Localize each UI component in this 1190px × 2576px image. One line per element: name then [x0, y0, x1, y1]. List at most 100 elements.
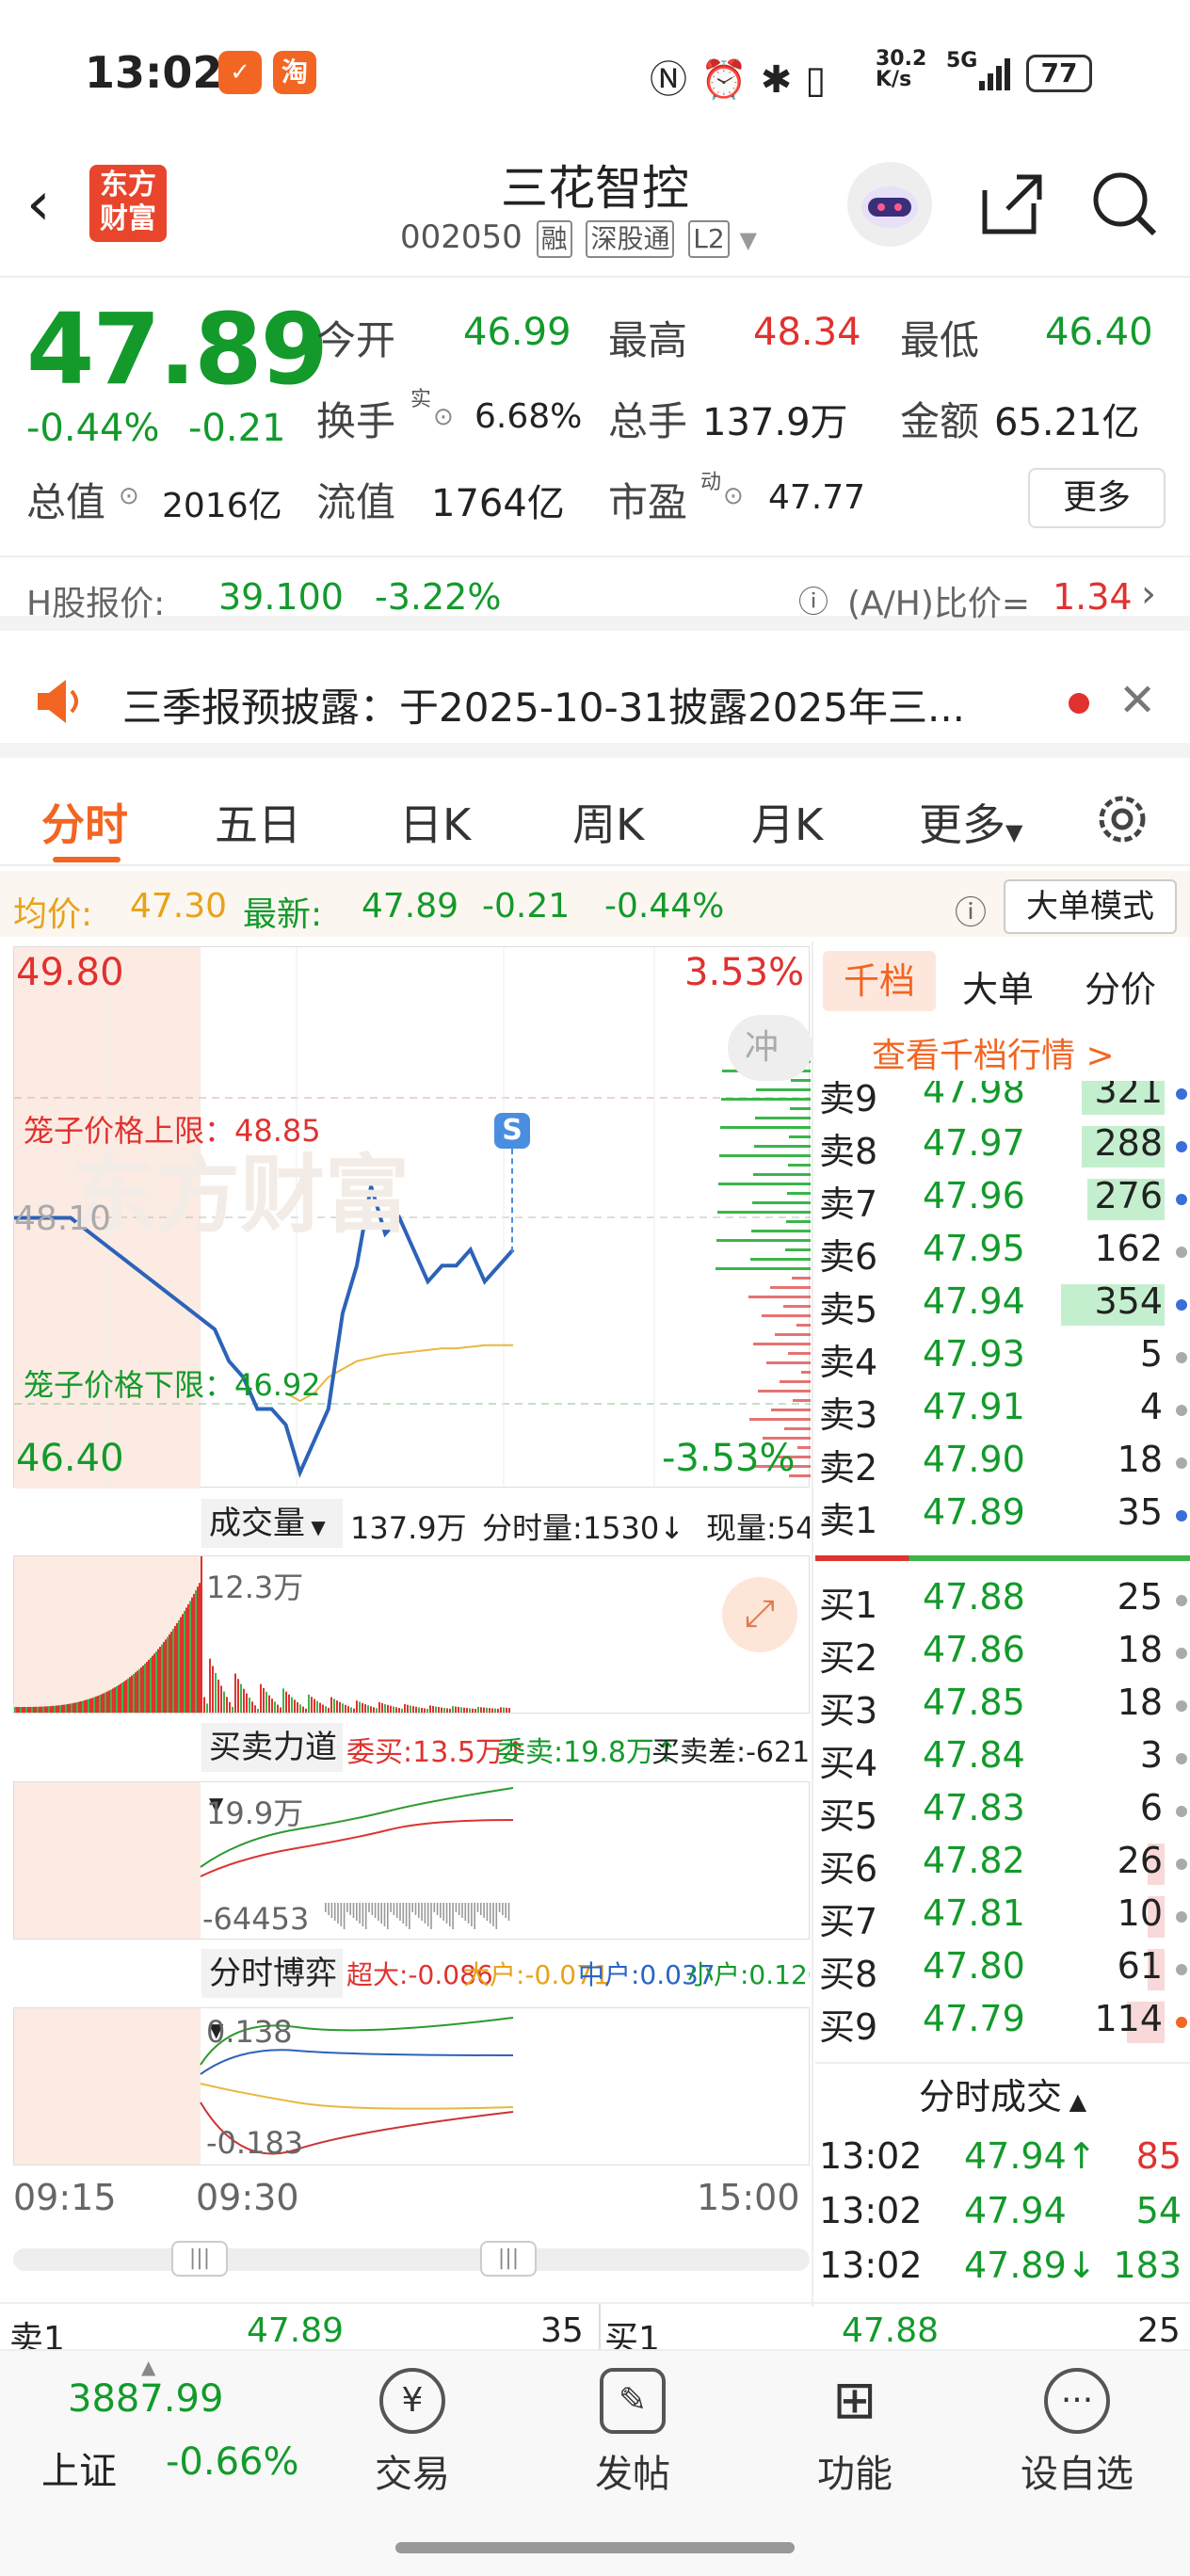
tab-monthly[interactable]: 月K [751, 791, 823, 853]
s1-vol: 35 [540, 2311, 584, 2350]
bid-row[interactable]: 买8 47.80 61 [815, 1943, 1190, 1996]
ask-row[interactable]: 卖7 47.96 276 [815, 1173, 1190, 1226]
big-order-mode-button[interactable]: 大单模式 [1004, 879, 1177, 934]
nav-functions[interactable]: ⊞ 功能 [780, 2368, 930, 2498]
level-price: 47.95 [923, 1228, 1025, 1269]
ask-row[interactable]: 卖6 47.95 162 [815, 1226, 1190, 1279]
close-icon[interactable]: ✕ [1118, 674, 1156, 727]
settings-gear-icon[interactable] [1092, 789, 1152, 853]
volume-bar [299, 1704, 301, 1713]
force-bar [424, 1903, 426, 1924]
volume-bar [232, 1706, 233, 1713]
volume-bar [146, 1661, 148, 1713]
range-handle-right[interactable]: ||| [480, 2241, 537, 2277]
game-chart[interactable]: 0.138 -0.183 [13, 2007, 810, 2165]
force-chart[interactable]: 19.9万 -64453 [13, 1781, 810, 1940]
level-label: 卖5 [819, 1289, 878, 1330]
status-dot [1176, 1648, 1187, 1659]
volume-bar [20, 1706, 22, 1713]
ask-row[interactable]: 卖5 47.94 354 [815, 1279, 1190, 1331]
bid-row[interactable]: 买9 47.79 114 [815, 1996, 1190, 2049]
force-bar [480, 1903, 482, 1915]
level-label: 卖3 [819, 1394, 878, 1436]
help-icon[interactable]: ⓘ [798, 578, 828, 621]
tab-big-order[interactable]: 大单 [962, 960, 1034, 1012]
search-icon[interactable] [1088, 168, 1160, 243]
bid-row[interactable]: 买4 47.84 3 [815, 1732, 1190, 1785]
volume-selector[interactable]: 成交量 ▼ [201, 1499, 343, 1548]
force-bar [378, 1903, 379, 1921]
mktcap-value: 2016亿 [162, 487, 282, 525]
tab-weekly[interactable]: 周K [572, 791, 644, 853]
volume-bar [506, 1707, 507, 1713]
volume-bar [144, 1664, 146, 1713]
volume-bar [477, 1706, 479, 1713]
ask-row[interactable]: 卖1 47.89 35 [815, 1489, 1190, 1542]
force-bar [346, 1903, 348, 1912]
tab-intraday[interactable]: 分时 [41, 791, 128, 853]
robot-avatar-icon[interactable] [847, 162, 932, 247]
rush-button[interactable]: 冲 [728, 1015, 812, 1081]
volume-bar [27, 1706, 29, 1713]
ask-row[interactable]: 卖8 47.97 288 [815, 1120, 1190, 1173]
info-icon[interactable]: ⊙ [433, 403, 454, 431]
bid-row[interactable]: 买3 47.85 18 [815, 1680, 1190, 1732]
volume-bar [378, 1701, 380, 1713]
trades-title[interactable]: 分时成交 ▲ [815, 2062, 1190, 2128]
nav-post[interactable]: ✎ 发帖 [557, 2368, 708, 2498]
expand-icon[interactable]: ⤢ [722, 1577, 797, 1652]
bid-row[interactable]: 买1 47.88 25 [815, 1574, 1190, 1627]
trade-time: 13:02 [819, 2135, 923, 2177]
index-value[interactable]: 3887.99 [68, 2377, 223, 2421]
volume-bar [463, 1707, 465, 1713]
volume-bar [302, 1706, 304, 1713]
tab-daily[interactable]: 日K [399, 791, 471, 853]
view-depth-link[interactable]: 查看千档行情 > [872, 1028, 1115, 1077]
volume-chart[interactable]: 12.3万 ⤢ [13, 1555, 810, 1714]
tab-1000-level[interactable]: 千档 [823, 951, 936, 1011]
volume-bar [18, 1706, 20, 1713]
taobao-notification-icon: 淘 [273, 51, 316, 94]
force-bar [380, 1903, 382, 1924]
info-icon[interactable]: ⊙ [119, 482, 139, 510]
price-chart[interactable]: 东方财富 49.80 3.53% 48.10 笼子价格上限：48.85 笼子价格… [13, 946, 812, 1489]
ask-row[interactable]: 卖9 47.98 321 [815, 1081, 1190, 1120]
nav-watchlist[interactable]: ··· 设自选 [1002, 2368, 1152, 2498]
pct-min-label: -3.53% [662, 1437, 796, 1480]
depth-bar [775, 1333, 811, 1336]
pe-value: 47.77 [768, 478, 866, 517]
bid-row[interactable]: 买2 47.86 18 [815, 1627, 1190, 1680]
ask-row[interactable]: 卖4 47.93 5 [815, 1331, 1190, 1384]
help-icon[interactable]: ⓘ [955, 887, 987, 933]
trade-row: 13:02 47.94 54 [815, 2188, 1190, 2241]
force-selector[interactable]: 买卖力道 ▼ [201, 1723, 343, 1815]
ask-row[interactable]: 卖3 47.91 4 [815, 1384, 1190, 1437]
game-selector[interactable]: 分时博弈 ▼ [201, 1949, 343, 2041]
force-bar [426, 1903, 429, 1926]
tab-more[interactable]: 更多▼ [919, 791, 1022, 853]
tab-5day[interactable]: 五日 [215, 791, 301, 853]
tab-price-dist[interactable]: 分价 [1085, 960, 1156, 1012]
level-volume: 4 [1139, 1386, 1163, 1427]
low-value: 46.40 [1045, 311, 1153, 354]
latest-label: 最新: [243, 895, 323, 934]
info-icon[interactable]: ⊙ [723, 482, 744, 510]
volume-bar [121, 1682, 123, 1713]
bid-row[interactable]: 买7 47.81 10 [815, 1891, 1190, 1943]
range-handle-left[interactable]: ||| [171, 2241, 228, 2277]
bid-row[interactable]: 买6 47.82 26 [815, 1838, 1190, 1891]
battery-icon: 77 [1026, 55, 1092, 92]
force-bottom: -64453 [202, 1901, 310, 1937]
ask-row[interactable]: 卖2 47.90 18 [815, 1437, 1190, 1489]
volume-bar [441, 1707, 442, 1713]
best-quote-strip: 卖1 47.89 35 买1 47.88 25 [0, 2302, 1190, 2359]
share-icon[interactable] [975, 168, 1047, 243]
stock-code-row[interactable]: 002050 融 深股通 L2 ▼ [400, 218, 757, 258]
volume-bar [438, 1707, 440, 1713]
sell-marker[interactable]: S [494, 1113, 530, 1149]
volume-bar [99, 1695, 101, 1713]
sell-marker-line [511, 1149, 513, 1252]
bid-row[interactable]: 买5 47.83 6 [815, 1785, 1190, 1838]
more-button[interactable]: 更多 [1028, 468, 1166, 528]
nav-trade[interactable]: ¥ 交易 [337, 2368, 488, 2498]
